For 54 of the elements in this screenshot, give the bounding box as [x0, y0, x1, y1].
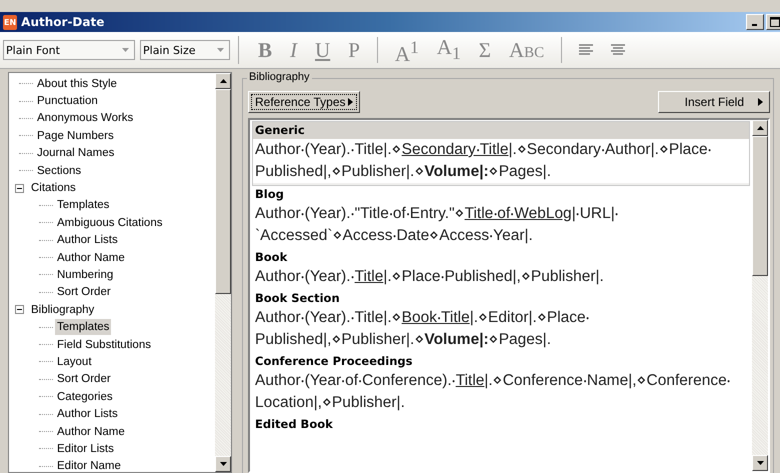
scrollbar[interactable] [215, 73, 231, 472]
tree-item[interactable]: Categories [55, 388, 115, 405]
tree-item[interactable]: Editor Name [55, 458, 123, 473]
tree-item[interactable]: Author Lists [55, 406, 120, 422]
reference-type-heading[interactable]: Generic [253, 122, 749, 139]
app-logo: EN [3, 14, 18, 30]
template-text[interactable]: Author‧(Year).‧Title|.⋄Secondary‧Title|.⋄Secondary‧Author|.⋄Place‧Published|,⋄Publisher|.⋄Volume|:⋄Pages|. [253, 139, 749, 183]
scroll-down-icon[interactable] [756, 461, 764, 465]
tree-item[interactable]: Page Numbers [35, 128, 116, 144]
dropdown-arrow-icon [217, 48, 224, 52]
reference-type-heading[interactable]: Conference Proceedings [255, 353, 750, 370]
scroll-down-icon[interactable] [220, 462, 226, 466]
align-left-icon[interactable] [578, 43, 594, 57]
tree-item[interactable]: Sort Order [55, 371, 113, 388]
dropdown-arrow-icon [122, 48, 129, 52]
tree-item[interactable]: Journal Names [35, 145, 116, 162]
scroll-up-icon[interactable] [756, 126, 764, 130]
reference-type-heading[interactable]: Book [255, 249, 750, 266]
reference-type-heading[interactable]: Blog [255, 186, 750, 203]
tree-item[interactable]: Numbering [55, 266, 116, 283]
tree-item[interactable]: Author Name [55, 250, 127, 266]
collapse-icon[interactable] [15, 305, 24, 314]
scrollbar[interactable] [752, 120, 768, 471]
collapse-icon[interactable] [15, 184, 24, 193]
insert-field-button[interactable]: Insert Field [658, 91, 770, 113]
tree-item[interactable]: About this Style [35, 76, 119, 92]
reference-type-heading[interactable]: Book Section [255, 290, 750, 307]
align-center-icon[interactable] [610, 43, 626, 57]
maximize-icon [770, 17, 780, 27]
maximize-button[interactable] [766, 14, 780, 30]
tree-item[interactable]: Templates [55, 197, 112, 214]
tree-item[interactable]: Layout [55, 354, 94, 370]
tree-item[interactable]: Sections [35, 162, 84, 179]
tree-item[interactable]: Templates [55, 319, 112, 336]
tree-item[interactable]: Author Lists [55, 232, 120, 248]
tree-item[interactable]: Editor Lists [55, 440, 116, 457]
tree-item[interactable]: Field Substitutions [55, 336, 153, 353]
reference-type-heading[interactable]: Edited Book [255, 416, 750, 433]
tree-item[interactable]: Anonymous Works [35, 110, 136, 126]
reference-types-button[interactable]: Reference Types [248, 91, 360, 113]
tree-item[interactable]: Citations [29, 180, 78, 196]
tree-item[interactable]: Punctuation [35, 93, 100, 110]
tree-item[interactable]: Author Name [55, 424, 127, 440]
minimize-button[interactable] [746, 14, 764, 30]
font-dropdown[interactable]: Plain Font [3, 40, 135, 60]
size-dropdown[interactable]: Plain Size [140, 40, 230, 60]
window-title: Author-Date [21, 15, 106, 29]
scroll-up-icon[interactable] [220, 79, 226, 83]
tree-item[interactable]: Bibliography [29, 302, 96, 318]
arrow-icon [758, 98, 763, 106]
arrow-icon [348, 98, 352, 106]
group-title: Bibliography [247, 71, 312, 83]
tree-item[interactable]: Ambiguous Citations [55, 214, 164, 231]
tree-item[interactable]: Sort Order [55, 284, 113, 300]
